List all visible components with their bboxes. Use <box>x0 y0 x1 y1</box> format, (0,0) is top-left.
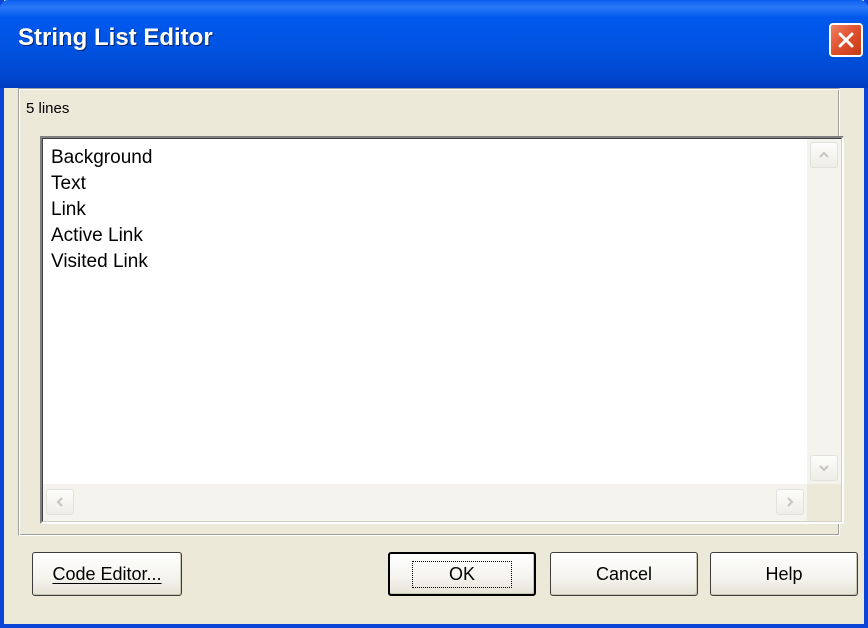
ok-button[interactable]: OK <box>388 552 536 596</box>
close-icon <box>838 32 854 48</box>
code-editor-label: Code Editor... <box>52 563 162 584</box>
cancel-label: Cancel <box>595 563 653 584</box>
title-bar[interactable]: String List Editor <box>0 0 868 88</box>
string-list-editor-dialog: String List Editor 5 lines Background Te… <box>0 0 868 628</box>
help-button[interactable]: Help <box>710 552 858 596</box>
help-label: Help <box>765 563 803 584</box>
cancel-button[interactable]: Cancel <box>550 552 698 596</box>
scroll-right-button[interactable] <box>776 489 804 515</box>
scroll-left-button[interactable] <box>46 489 74 515</box>
line-count-label: 5 lines <box>26 100 70 117</box>
memo-line: Active Link <box>51 225 143 246</box>
chevron-down-icon <box>819 465 829 472</box>
ok-label: OK <box>411 560 512 588</box>
memo-line: Text <box>51 173 86 194</box>
window-title: String List Editor <box>18 24 213 51</box>
string-list-memo[interactable]: Background Text Link Active Link Visited… <box>40 136 844 524</box>
vertical-scrollbar[interactable] <box>807 139 841 484</box>
horizontal-scrollbar[interactable] <box>43 484 807 521</box>
dialog-client-area: 5 lines Background Text Link Active Link… <box>4 88 864 624</box>
chevron-up-icon <box>819 151 829 158</box>
scroll-down-button[interactable] <box>810 455 838 481</box>
chevron-left-icon <box>56 497 63 507</box>
memo-text-area[interactable]: Background Text Link Active Link Visited… <box>51 145 811 275</box>
chevron-right-icon <box>787 497 794 507</box>
close-button[interactable] <box>829 23 863 57</box>
code-editor-button[interactable]: Code Editor... <box>32 552 182 596</box>
memo-line: Background <box>51 147 153 168</box>
memo-line: Visited Link <box>51 251 148 272</box>
memo-line: Link <box>51 199 86 220</box>
scroll-up-button[interactable] <box>810 142 838 168</box>
memo-frame: Background Text Link Active Link Visited… <box>42 138 842 522</box>
scrollbar-corner <box>807 484 841 521</box>
